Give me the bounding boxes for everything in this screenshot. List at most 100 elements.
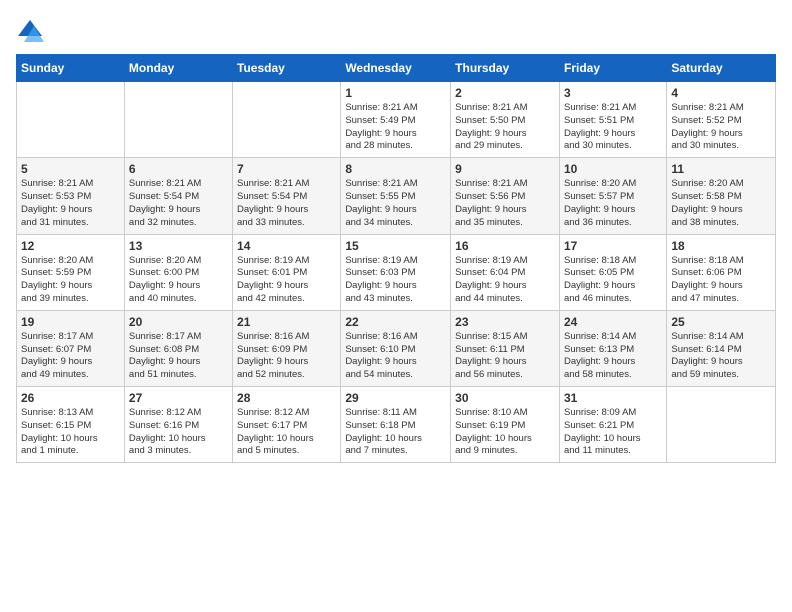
calendar-cell: 6 Sunrise: 8:21 AM Sunset: 5:54 PM Daylig…: [124, 158, 232, 234]
day-number: 4: [671, 86, 771, 100]
day-info: Sunrise: 8:14 AM Sunset: 6:14 PM Dayligh…: [671, 331, 771, 382]
day-of-week-wednesday: Wednesday: [341, 55, 451, 82]
calendar-cell: 23 Sunrise: 8:15 AM Sunset: 6:11 PM Dayli…: [451, 310, 560, 386]
day-number: 29: [345, 391, 446, 405]
calendar-cell: 29Sunrise: 8:11 AM Sunset: 6:18 PM Dayli…: [341, 387, 451, 463]
calendar-cell: 2 Sunrise: 8:21 AM Sunset: 5:50 PM Daylig…: [451, 82, 560, 158]
calendar-cell: 26 Sunrise: 8:13 AM Sunset: 6:15 PM Dayli…: [17, 387, 125, 463]
day-info: Sunrise: 8:16 AM Sunset: 6:10 PM Dayligh…: [345, 331, 446, 382]
calendar-cell: [17, 82, 125, 158]
day-number: 19: [21, 315, 120, 329]
day-info: Sunrise: 8:21 AM Sunset: 5:53 PM Dayligh…: [21, 178, 120, 229]
day-number: 6: [129, 162, 228, 176]
day-number: 17: [564, 239, 662, 253]
calendar-week-4: 19 Sunrise: 8:17 AM Sunset: 6:07 PM Dayli…: [17, 310, 776, 386]
calendar-cell: 20Sunrise: 8:17 AM Sunset: 6:08 PM Dayli…: [124, 310, 232, 386]
day-number: 15: [345, 239, 446, 253]
day-number: 30: [455, 391, 555, 405]
calendar-cell: 22 Sunrise: 8:16 AM Sunset: 6:10 PM Dayli…: [341, 310, 451, 386]
day-info: Sunrise: 8:19 AM Sunset: 6:03 PM Dayligh…: [345, 255, 446, 306]
calendar-cell: 27 Sunrise: 8:12 AM Sunset: 6:16 PM Dayli…: [124, 387, 232, 463]
day-of-week-thursday: Thursday: [451, 55, 560, 82]
logo-icon: [16, 16, 44, 44]
day-info: Sunrise: 8:13 AM Sunset: 6:15 PM Dayligh…: [21, 407, 120, 458]
day-number: 24: [564, 315, 662, 329]
day-info: Sunrise: 8:21 AM Sunset: 5:50 PM Dayligh…: [455, 102, 555, 153]
day-info: Sunrise: 8:10 AM Sunset: 6:19 PM Dayligh…: [455, 407, 555, 458]
day-info: Sunrise: 8:21 AM Sunset: 5:51 PM Dayligh…: [564, 102, 662, 153]
calendar-cell: 30 Sunrise: 8:10 AM Sunset: 6:19 PM Dayli…: [451, 387, 560, 463]
calendar-cell: 24Sunrise: 8:14 AM Sunset: 6:13 PM Dayli…: [559, 310, 666, 386]
day-info: Sunrise: 8:17 AM Sunset: 6:07 PM Dayligh…: [21, 331, 120, 382]
calendar-cell: 11 Sunrise: 8:20 AM Sunset: 5:58 PM Dayli…: [667, 158, 776, 234]
day-info: Sunrise: 8:21 AM Sunset: 5:52 PM Dayligh…: [671, 102, 771, 153]
calendar-cell: 4 Sunrise: 8:21 AM Sunset: 5:52 PM Daylig…: [667, 82, 776, 158]
day-number: 27: [129, 391, 228, 405]
calendar-cell: 25 Sunrise: 8:14 AM Sunset: 6:14 PM Dayli…: [667, 310, 776, 386]
calendar-header: SundayMondayTuesdayWednesdayThursdayFrid…: [17, 55, 776, 82]
calendar-table: SundayMondayTuesdayWednesdayThursdayFrid…: [16, 54, 776, 463]
day-info: Sunrise: 8:16 AM Sunset: 6:09 PM Dayligh…: [237, 331, 336, 382]
day-number: 23: [455, 315, 555, 329]
day-number: 21: [237, 315, 336, 329]
calendar-body: 1 Sunrise: 8:21 AM Sunset: 5:49 PM Daylig…: [17, 82, 776, 463]
day-number: 22: [345, 315, 446, 329]
day-info: Sunrise: 8:12 AM Sunset: 6:16 PM Dayligh…: [129, 407, 228, 458]
calendar-week-1: 1 Sunrise: 8:21 AM Sunset: 5:49 PM Daylig…: [17, 82, 776, 158]
day-info: Sunrise: 8:20 AM Sunset: 5:58 PM Dayligh…: [671, 178, 771, 229]
calendar-cell: 13 Sunrise: 8:20 AM Sunset: 6:00 PM Dayli…: [124, 234, 232, 310]
day-info: Sunrise: 8:21 AM Sunset: 5:49 PM Dayligh…: [345, 102, 446, 153]
calendar-cell: 28 Sunrise: 8:12 AM Sunset: 6:17 PM Dayli…: [233, 387, 341, 463]
calendar-cell: [233, 82, 341, 158]
day-info: Sunrise: 8:18 AM Sunset: 6:06 PM Dayligh…: [671, 255, 771, 306]
day-info: Sunrise: 8:15 AM Sunset: 6:11 PM Dayligh…: [455, 331, 555, 382]
calendar-cell: 17 Sunrise: 8:18 AM Sunset: 6:05 PM Dayli…: [559, 234, 666, 310]
calendar-cell: 12 Sunrise: 8:20 AM Sunset: 5:59 PM Dayli…: [17, 234, 125, 310]
day-info: Sunrise: 8:21 AM Sunset: 5:54 PM Dayligh…: [129, 178, 228, 229]
calendar-cell: 14 Sunrise: 8:19 AM Sunset: 6:01 PM Dayli…: [233, 234, 341, 310]
day-of-week-saturday: Saturday: [667, 55, 776, 82]
day-info: Sunrise: 8:21 AM Sunset: 5:55 PM Dayligh…: [345, 178, 446, 229]
day-of-week-friday: Friday: [559, 55, 666, 82]
day-of-week-tuesday: Tuesday: [233, 55, 341, 82]
calendar-cell: 16 Sunrise: 8:19 AM Sunset: 6:04 PM Dayli…: [451, 234, 560, 310]
day-of-week-monday: Monday: [124, 55, 232, 82]
day-number: 14: [237, 239, 336, 253]
day-number: 31: [564, 391, 662, 405]
day-info: Sunrise: 8:20 AM Sunset: 5:59 PM Dayligh…: [21, 255, 120, 306]
day-number: 11: [671, 162, 771, 176]
day-number: 1: [345, 86, 446, 100]
calendar-cell: 21 Sunrise: 8:16 AM Sunset: 6:09 PM Dayli…: [233, 310, 341, 386]
calendar-cell: 9Sunrise: 8:21 AM Sunset: 5:56 PM Daylig…: [451, 158, 560, 234]
calendar-cell: [667, 387, 776, 463]
calendar-cell: 31 Sunrise: 8:09 AM Sunset: 6:21 PM Dayli…: [559, 387, 666, 463]
day-info: Sunrise: 8:20 AM Sunset: 6:00 PM Dayligh…: [129, 255, 228, 306]
day-info: Sunrise: 8:18 AM Sunset: 6:05 PM Dayligh…: [564, 255, 662, 306]
calendar-cell: 19 Sunrise: 8:17 AM Sunset: 6:07 PM Dayli…: [17, 310, 125, 386]
day-header-row: SundayMondayTuesdayWednesdayThursdayFrid…: [17, 55, 776, 82]
day-number: 13: [129, 239, 228, 253]
day-info: Sunrise: 8:12 AM Sunset: 6:17 PM Dayligh…: [237, 407, 336, 458]
calendar-week-3: 12 Sunrise: 8:20 AM Sunset: 5:59 PM Dayli…: [17, 234, 776, 310]
day-number: 26: [21, 391, 120, 405]
day-info: Sunrise: 8:21 AM Sunset: 5:54 PM Dayligh…: [237, 178, 336, 229]
day-info: Sunrise: 8:20 AM Sunset: 5:57 PM Dayligh…: [564, 178, 662, 229]
calendar-cell: 3Sunrise: 8:21 AM Sunset: 5:51 PM Daylig…: [559, 82, 666, 158]
day-number: 16: [455, 239, 555, 253]
day-number: 28: [237, 391, 336, 405]
day-number: 7: [237, 162, 336, 176]
day-number: 10: [564, 162, 662, 176]
day-info: Sunrise: 8:19 AM Sunset: 6:01 PM Dayligh…: [237, 255, 336, 306]
calendar-cell: 18Sunrise: 8:18 AM Sunset: 6:06 PM Dayli…: [667, 234, 776, 310]
page-header: [16, 16, 776, 44]
calendar-cell: 8Sunrise: 8:21 AM Sunset: 5:55 PM Daylig…: [341, 158, 451, 234]
day-number: 9: [455, 162, 555, 176]
calendar-cell: 1 Sunrise: 8:21 AM Sunset: 5:49 PM Daylig…: [341, 82, 451, 158]
day-number: 12: [21, 239, 120, 253]
calendar-cell: 5Sunrise: 8:21 AM Sunset: 5:53 PM Daylig…: [17, 158, 125, 234]
day-info: Sunrise: 8:09 AM Sunset: 6:21 PM Dayligh…: [564, 407, 662, 458]
day-number: 25: [671, 315, 771, 329]
day-info: Sunrise: 8:19 AM Sunset: 6:04 PM Dayligh…: [455, 255, 555, 306]
day-number: 2: [455, 86, 555, 100]
day-number: 20: [129, 315, 228, 329]
